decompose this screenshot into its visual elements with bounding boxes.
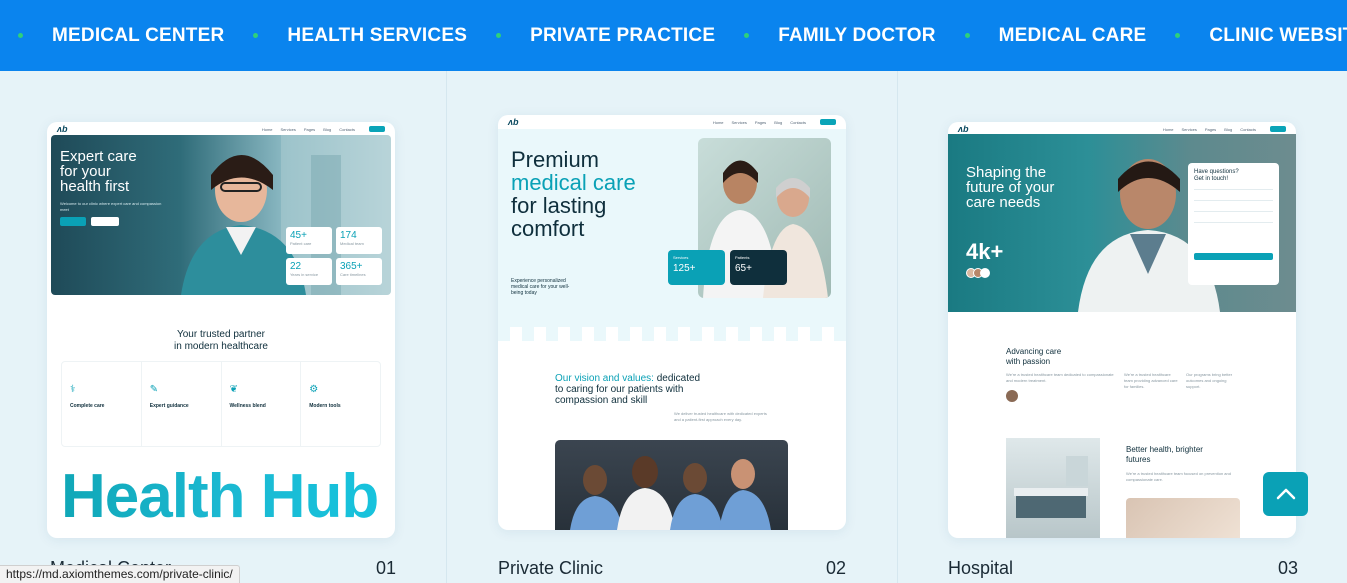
marquee-item: CLINIC WEBSITE: [1209, 24, 1347, 46]
gear-icon: ⚙: [309, 384, 319, 395]
mini-cta-button: [369, 126, 385, 132]
hero-heading: Premium medical care for lasting comfort: [511, 147, 636, 241]
hero-blurb: Experience personalized medical care for…: [511, 278, 570, 296]
logo: ʌb: [508, 117, 519, 127]
bullet-dot: [496, 33, 502, 38]
avatar: [980, 268, 990, 278]
stat-box: 174 Medical team: [336, 227, 382, 254]
marquee-item: FAMILY DOCTOR: [778, 24, 936, 46]
feature-item: ⚕ Complete care: [62, 362, 142, 446]
feature-item: ✎ Expert guidance: [142, 362, 222, 446]
status-bar-url: https://md.axiomthemes.com/private-clini…: [0, 565, 240, 583]
section-heading: Advancing care with passion: [1006, 347, 1062, 366]
hero-heading: Shaping the future of your care needs: [966, 164, 1055, 211]
room-photo: [1006, 438, 1100, 538]
hospital-room-illustration: [1014, 456, 1088, 518]
wave-divider: [498, 327, 846, 341]
author-avatar: [1006, 390, 1018, 402]
marquee-item: PRIVATE PRACTICE: [530, 24, 716, 46]
scroll-to-top-button[interactable]: [1263, 472, 1308, 516]
column-divider: [897, 71, 898, 583]
bullet-dot: [1175, 33, 1181, 38]
marquee-item: MEDICAL CARE: [998, 24, 1147, 46]
demo-card-hospital[interactable]: ʌb Home Services Pages Blog Contacts Shaping…: [948, 122, 1296, 538]
mini-navbar: ʌb Home Services Pages Blog Contacts: [498, 115, 846, 129]
guidance-icon: ✎: [149, 384, 159, 395]
demo-card-private-clinic[interactable]: ʌb Home Services Pages Blog Contacts Premium…: [498, 115, 846, 530]
chevron-up-icon: [1276, 488, 1295, 500]
partner-heading: Your trusted partner in modern healthcar…: [174, 329, 268, 352]
section-body: We're a trusted healthcare team dedicate…: [1006, 372, 1114, 383]
card-number: 03: [1277, 558, 1298, 578]
logo: ʌb: [958, 124, 969, 134]
marquee-item: MEDICAL CENTER: [52, 24, 225, 46]
bullet-dot: [18, 33, 23, 38]
demo-card-medical-center[interactable]: ʌb Home Services Pages Blog Contacts Expert …: [47, 122, 395, 538]
card-caption[interactable]: Hospital 03: [948, 558, 1298, 579]
hero-heading: Expert care for your health first: [60, 148, 137, 195]
features-row: ⚕ Complete care ✎ Expert guidance ❦ Wellnes…: [61, 361, 381, 447]
keyword-marquee: MEDICAL CENTER HEALTH SERVICES PRIVATE P…: [0, 0, 1347, 71]
stats-grid: 45+ Patient care 174 Medical team 22 Years …: [286, 227, 382, 285]
stethoscope-icon: ⚕: [70, 384, 76, 395]
mini-cta-button: [820, 119, 836, 125]
leaf-icon: ❦: [229, 384, 238, 395]
bullet-dot: [744, 33, 750, 38]
bullet-dot: [964, 33, 970, 38]
avatar-stack: [966, 268, 990, 278]
hero-secondary-button: [91, 217, 119, 226]
logo: ʌb: [57, 124, 68, 134]
stat-card-patients: Patients 65+: [730, 250, 787, 285]
medical-team-illustration: [570, 456, 771, 530]
stat-box: 45+ Patient care: [286, 227, 332, 254]
column-divider: [446, 71, 447, 583]
section-heading: Better health, brighter futures: [1126, 445, 1203, 464]
stat-box: 22 Years in service: [286, 258, 332, 285]
hero-primary-button: [60, 217, 86, 226]
stat-box: 365+ Care timelines: [336, 258, 382, 285]
feature-item: ⚙ Modern tools: [301, 362, 380, 446]
contact-form: Have questions? Get in touch!: [1188, 163, 1279, 285]
big-stat: 4k+: [966, 239, 1004, 264]
feature-item: ❦ Wellness blend: [222, 362, 302, 446]
card-number: 01: [375, 558, 396, 578]
marquee-item: HEALTH SERVICES: [287, 24, 468, 46]
stat-card-services: Services 125+: [668, 250, 725, 285]
section-body: We're a trusted healthcare team providin…: [1124, 372, 1178, 389]
mini-cta-button: [1270, 126, 1286, 132]
patient-photo: [1126, 498, 1240, 538]
bullet-dot: [253, 33, 259, 38]
section-body: Our programs bring better outcomes and o…: [1186, 372, 1233, 389]
card-number: 02: [825, 558, 846, 578]
vision-heading: Our vision and values: dedicated to cari…: [555, 373, 701, 406]
team-photo: [555, 440, 788, 530]
brand-wordmark: Health Hub: [61, 462, 379, 531]
card-caption[interactable]: Private Clinic 02: [498, 558, 846, 579]
card-title[interactable]: Private Clinic: [498, 558, 603, 579]
section-body: We're a trusted healthcare team focused …: [1126, 471, 1231, 482]
form-submit-button: [1194, 253, 1273, 260]
mini-navbar: ʌb Home Services Pages Blog Contacts: [47, 122, 395, 136]
form-heading: Have questions? Get in touch!: [1194, 169, 1239, 182]
card-title[interactable]: Hospital: [948, 558, 1013, 579]
vision-body: We deliver trusted healthcare with dedic…: [674, 411, 767, 422]
hero-subtext: Welcome to our clinic where expert care …: [60, 201, 162, 212]
